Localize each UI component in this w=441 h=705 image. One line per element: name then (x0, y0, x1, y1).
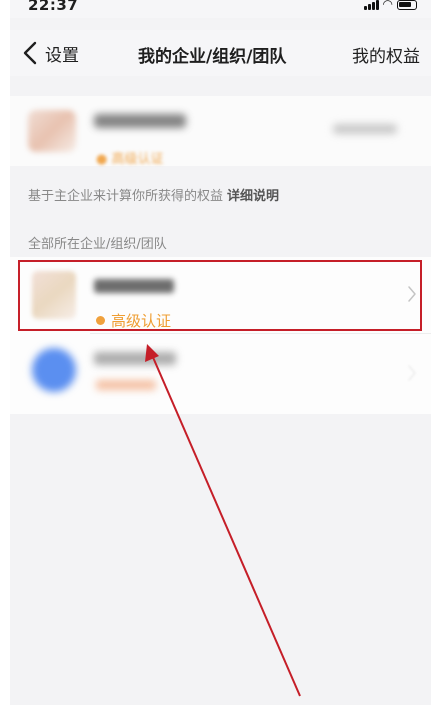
primary-company-card[interactable]: ● 高级认证 (10, 96, 431, 167)
company-name-blurred (94, 114, 186, 128)
section-title: 全部所在企业/组织/团队 (28, 237, 167, 252)
chevron-right-icon (408, 365, 416, 381)
list-item[interactable] (10, 334, 431, 410)
my-benefits-link[interactable]: 我的权益 (352, 42, 420, 67)
signal-icon (363, 0, 379, 10)
company-action-blurred (333, 124, 397, 134)
details-link[interactable]: 详细说明 (227, 189, 279, 204)
back-label: 设置 (45, 45, 79, 66)
org-name-blurred (94, 279, 174, 293)
page-title: 我的企业/组织/团队 (138, 47, 287, 67)
company-badge: ● 高级认证 (96, 152, 164, 167)
list-item[interactable]: 高级认证 (10, 257, 431, 333)
badge-label: 高级认证 (111, 312, 172, 330)
wifi-icon: ◠ (382, 0, 393, 11)
phone-screen: 22:37 ◠ 设置 我的企业/组织/团队 我的权益 ● 高级认证 基于主企业来… (10, 0, 431, 705)
status-time: 22:37 (28, 0, 79, 14)
status-bar: 22:37 ◠ (10, 0, 431, 18)
status-icons: ◠ (363, 0, 417, 11)
navigation-bar: 设置 我的企业/组织/团队 我的权益 (10, 30, 431, 76)
battery-icon (397, 0, 417, 10)
chevron-right-icon (408, 286, 416, 302)
org-name-blurred (94, 352, 176, 365)
chevron-left-icon (23, 41, 37, 65)
back-button[interactable]: 设置 (20, 40, 79, 66)
benefit-hint-text: 基于主企业来计算你所获得的权益 (28, 189, 224, 204)
certification-badge: 高级认证 (96, 310, 171, 331)
badge-dot-icon (96, 316, 105, 325)
org-logo (32, 271, 76, 319)
org-logo (32, 348, 76, 392)
highlight-box (18, 260, 422, 331)
company-logo (28, 110, 76, 152)
org-badge-blurred (96, 380, 156, 390)
org-list: 高级认证 (10, 257, 431, 414)
benefit-hint: 基于主企业来计算你所获得的权益 详细说明 (28, 185, 279, 204)
